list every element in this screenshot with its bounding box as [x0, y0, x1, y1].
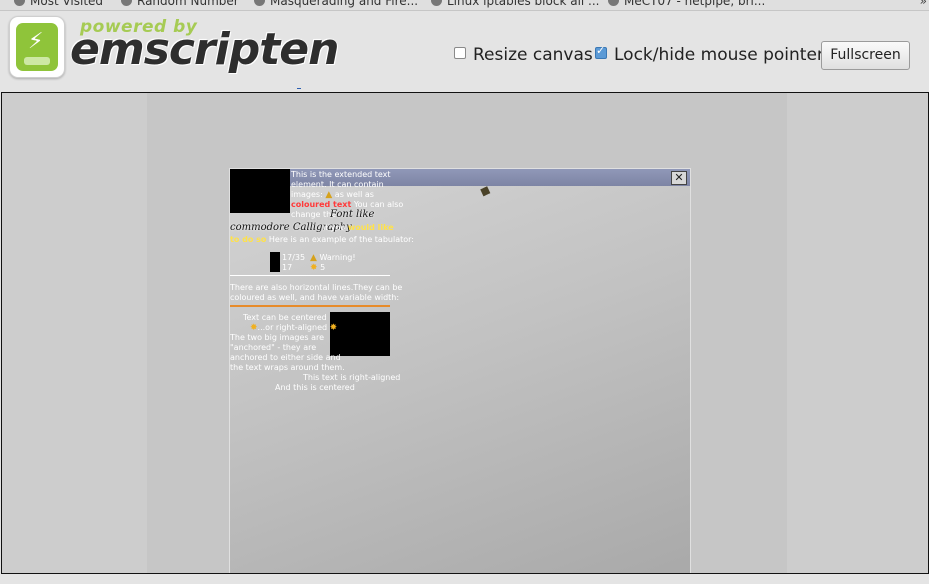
- text-line: ✸...or right-aligned ✸: [250, 323, 338, 333]
- horizontal-line: [230, 275, 390, 276]
- globe-icon: [254, 0, 265, 6]
- text-line: the text wraps around them.: [230, 363, 345, 372]
- close-icon[interactable]: ✕: [671, 171, 687, 185]
- star-icon: ✸: [310, 263, 318, 273]
- star-icon: ✸: [250, 323, 258, 333]
- text-line: "anchored" - they are: [230, 343, 317, 352]
- bookmarks-bar: Most Visited Random Number Masquerading …: [0, 0, 929, 11]
- resize-canvas-checkbox[interactable]: [454, 47, 466, 59]
- tab-cell: ✸ 5: [310, 263, 326, 273]
- text-line: And this is centered: [275, 383, 355, 392]
- lock-pointer-checkbox[interactable]: [595, 44, 607, 59]
- gear-icon: [14, 0, 25, 6]
- text-line: if you would like: [323, 223, 394, 232]
- anchored-image-left: [230, 169, 290, 213]
- canvas-frame[interactable]: ✕ ◆ This is the extended text element. I…: [1, 92, 929, 574]
- text-line: This is the extended text: [291, 170, 391, 179]
- globe-icon: [608, 0, 619, 6]
- bookmark-masquerading[interactable]: Masquerading and Fire...: [254, 0, 418, 8]
- emscripten-logo-icon: ⚡: [9, 16, 65, 78]
- logo-slot: [24, 57, 50, 65]
- bookmark-most-visited[interactable]: Most Visited: [14, 0, 103, 8]
- text-line: to do so Here is an example of the tabul…: [230, 235, 414, 244]
- globe-icon: [121, 0, 132, 6]
- lock-pointer-option[interactable]: Lock/hide mouse pointer: [595, 44, 824, 65]
- hidden-link[interactable]: [297, 88, 301, 89]
- tab-cell: 17/35: [282, 253, 306, 262]
- tab-image: [270, 252, 280, 272]
- bookmarks-overflow-icon[interactable]: »: [920, 0, 927, 8]
- warning-icon: ▲: [310, 253, 317, 263]
- page-icon: [431, 0, 442, 6]
- page-header: ⚡ powered by emscripten Resize canvas Lo…: [0, 11, 929, 91]
- logo-battery: ⚡: [16, 23, 58, 71]
- tab-cell: ▲ Warning!: [310, 253, 356, 263]
- fullscreen-button[interactable]: Fullscreen: [821, 41, 910, 70]
- font-sample: Font like: [330, 209, 375, 220]
- horizontal-line-orange: [230, 305, 390, 307]
- text-line: Text can be centered: [243, 313, 327, 322]
- text-line: images: ▲ as well as: [291, 190, 374, 200]
- bookmark-iptables[interactable]: Linux iptables block all ...: [431, 0, 600, 8]
- text-line: element. It can contain: [291, 180, 384, 189]
- tab-cell: 17: [282, 263, 293, 272]
- resize-canvas-option[interactable]: Resize canvas: [454, 45, 593, 65]
- text-line: This text is right-aligned: [303, 373, 401, 382]
- text-line: coloured as well, and have variable widt…: [230, 293, 400, 302]
- anchored-image-right: [330, 312, 390, 356]
- star-icon: ✸: [329, 323, 338, 333]
- brand-name: emscripten: [70, 24, 339, 75]
- bookmark-random-number[interactable]: Random Number: [121, 0, 239, 8]
- text-line: The two big images are: [230, 333, 325, 342]
- text-line: anchored to either side and: [230, 353, 341, 362]
- emscripten-canvas[interactable]: ✕ ◆ This is the extended text element. I…: [147, 93, 787, 573]
- bookmark-mect07[interactable]: MeCT07 - netpipe, bri...: [608, 0, 765, 8]
- demo-window[interactable]: ✕ ◆ This is the extended text element. I…: [229, 168, 691, 573]
- text-line: There are also horizontal lines.They can…: [230, 283, 403, 292]
- lightning-icon: ⚡: [28, 29, 44, 54]
